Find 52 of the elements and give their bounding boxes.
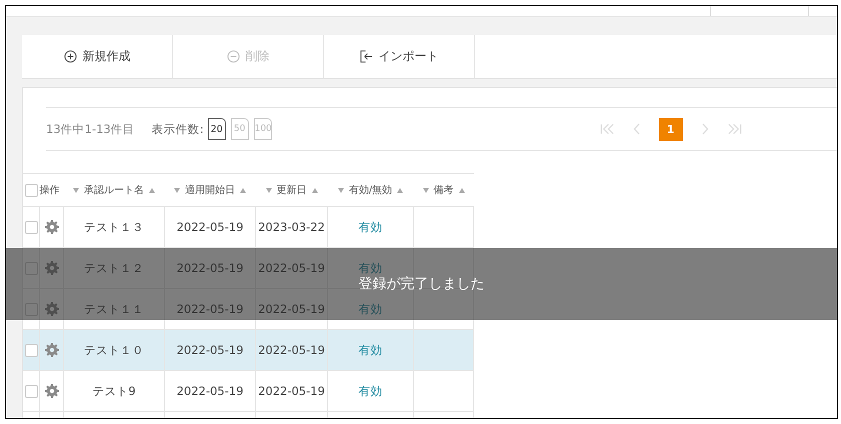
table-cell: 2022-05-19 — [176, 343, 244, 357]
table-cell: 2023-03-22 — [258, 220, 325, 234]
sort-ascending-icon[interactable] — [312, 188, 318, 193]
column-header[interactable]: 承認ルート名 — [73, 183, 155, 198]
sort-descending-icon[interactable] — [174, 188, 180, 193]
result-count: 13件中1-13件目 — [46, 122, 135, 136]
table-cell: 2022-05-19 — [176, 220, 244, 234]
status-text: 有効 — [358, 342, 382, 356]
sort-ascending-icon[interactable] — [149, 188, 155, 193]
page-size-label: 表示件数: — [152, 122, 204, 136]
table-cell: 2022-05-19 — [258, 302, 325, 316]
column-header[interactable]: 操作 — [40, 183, 60, 197]
status-text: 有効 — [358, 302, 382, 316]
table-cell: 2022-05-19 — [176, 302, 244, 316]
table-cell: テスト１２ — [84, 260, 144, 274]
table-cell: テスト１０ — [84, 342, 144, 356]
sort-descending-icon[interactable] — [338, 188, 344, 193]
sort-descending-icon[interactable] — [73, 188, 79, 193]
table-cell: 2022-05-19 — [258, 384, 325, 398]
settings-icon[interactable] — [44, 343, 58, 358]
settings-icon[interactable] — [44, 384, 58, 398]
table-cell: テスト１１ — [84, 302, 144, 316]
status-text: 有効 — [358, 220, 382, 234]
select-all-checkbox[interactable] — [24, 184, 38, 197]
settings-icon[interactable] — [44, 261, 58, 276]
sort-descending-icon[interactable] — [422, 188, 428, 193]
column-header[interactable]: 更新日 — [266, 183, 318, 198]
row-checkbox[interactable] — [24, 385, 38, 398]
table-cell: テスト１３ — [84, 220, 144, 234]
table-cell: 2022-05-19 — [258, 261, 325, 275]
table-cell: テスト9 — [92, 384, 136, 398]
status-text: 有効 — [358, 260, 382, 274]
minus-circle-icon — [226, 50, 240, 63]
status-text: 有効 — [358, 384, 382, 398]
page-size-option[interactable]: 20 — [208, 118, 226, 140]
row-checkbox[interactable] — [24, 344, 38, 358]
table-cell: 2022-05-19 — [176, 261, 244, 275]
settings-icon[interactable] — [44, 302, 58, 316]
table-cell: 2022-05-19 — [176, 384, 244, 398]
column-header[interactable]: 備考 — [422, 183, 464, 198]
toast-message: 登録が完了しました — [358, 275, 484, 293]
table-cell: 2022-05-19 — [258, 343, 325, 357]
row-checkbox[interactable] — [24, 221, 38, 234]
sort-descending-icon[interactable] — [266, 188, 272, 193]
settings-icon[interactable] — [44, 220, 58, 234]
sort-ascending-icon[interactable] — [240, 188, 246, 193]
import-icon — [360, 50, 372, 63]
column-header[interactable]: 適用開始日 — [174, 183, 246, 198]
sort-ascending-icon[interactable] — [397, 188, 404, 193]
column-header[interactable]: 有効/無効 — [338, 183, 404, 198]
sort-ascending-icon[interactable] — [458, 188, 464, 193]
plus-circle-icon — [64, 50, 76, 63]
